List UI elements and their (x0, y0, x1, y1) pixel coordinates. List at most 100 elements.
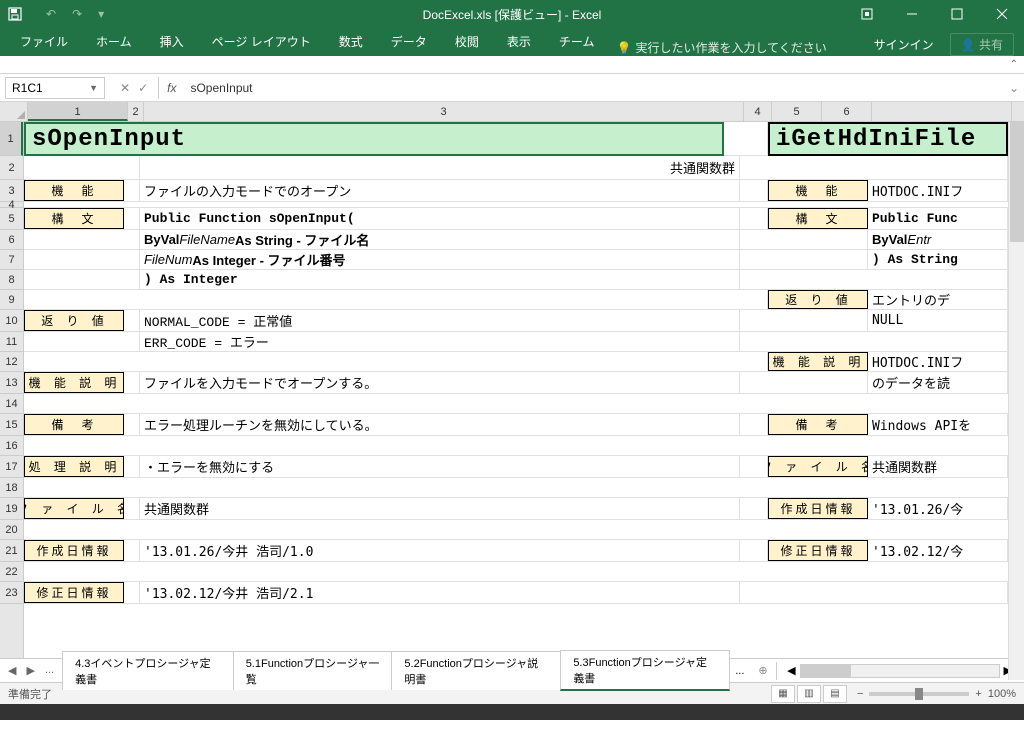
cell-koubun1[interactable]: Public Function sOpenInput( (140, 208, 740, 229)
column-header[interactable]: 5 (772, 102, 822, 121)
signin-link[interactable]: サインイン (874, 36, 934, 53)
cell-kinousetsumei[interactable]: ファイルを入力モードでオープンする。 (140, 372, 740, 393)
cell-koubun2-r[interactable]: ByVal Entr (868, 230, 1008, 249)
field-label[interactable]: 備 考 (768, 414, 868, 435)
cell-koubun4[interactable]: ) As Integer (140, 270, 740, 289)
cell[interactable] (740, 270, 1008, 289)
cell[interactable] (124, 310, 140, 331)
column-header[interactable]: 1 (28, 102, 128, 121)
row-header[interactable]: 10 (0, 310, 23, 332)
maximize-button[interactable] (934, 0, 979, 28)
field-label[interactable]: 構 文 (768, 208, 868, 229)
minimize-button[interactable] (889, 0, 934, 28)
cell[interactable] (124, 180, 140, 201)
cell-kinousetsumei2-r[interactable]: のデータを読 (868, 372, 1008, 393)
field-label[interactable]: フ ァ イ ル 名 (768, 456, 868, 477)
tell-me-box[interactable]: 💡 実行したい作業を入力してください (616, 39, 826, 56)
field-label[interactable]: 機 能 (768, 180, 868, 201)
cell-kaeri1[interactable]: NORMAL_CODE = 正常値 (140, 310, 740, 331)
cell[interactable] (24, 520, 1024, 539)
cell[interactable] (124, 456, 140, 477)
tab-data[interactable]: データ (377, 27, 441, 56)
cell[interactable] (740, 250, 868, 269)
row-header[interactable]: 22 (0, 562, 23, 582)
save-icon[interactable] (0, 6, 30, 22)
cell[interactable] (740, 230, 868, 249)
row-header[interactable]: 5 (0, 208, 23, 230)
field-label[interactable]: 返 り 値 (24, 310, 124, 331)
ribbon-options-icon[interactable] (844, 0, 889, 28)
row-header[interactable]: 20 (0, 520, 23, 540)
cell-kinou[interactable]: ファイルの入力モードでのオープン (140, 180, 740, 201)
cell-bikou-r[interactable]: Windows APIを (868, 414, 1008, 435)
redo-icon[interactable]: ↷ (66, 7, 88, 21)
expand-formula-icon[interactable]: ⌄ (1004, 81, 1024, 95)
cell[interactable] (24, 352, 768, 371)
view-pagelayout-button[interactable]: ▥ (797, 685, 821, 703)
row-header[interactable]: 13 (0, 372, 23, 394)
cell[interactable] (740, 456, 768, 477)
row-header[interactable]: 16 (0, 436, 23, 456)
horizontal-scrollbar[interactable]: ◀ ▶ (783, 664, 1024, 678)
row-header[interactable]: 15 (0, 414, 23, 436)
row-header[interactable]: 17 (0, 456, 23, 478)
field-label[interactable]: 作成日情報 (24, 540, 124, 561)
cell[interactable] (24, 270, 140, 289)
tab-formulas[interactable]: 数式 (325, 27, 377, 56)
undo-icon[interactable]: ↶ (40, 7, 62, 21)
field-label[interactable]: 処 理 説 明 (24, 456, 124, 477)
scroll-left-icon[interactable]: ◀ (783, 664, 799, 678)
cell[interactable] (24, 332, 140, 351)
cell[interactable] (740, 498, 768, 519)
cancel-formula-icon[interactable]: ✕ (120, 81, 130, 95)
zoom-level[interactable]: 100% (988, 688, 1016, 700)
cell-shorisetsumei[interactable]: ・エラーを無効にする (140, 456, 740, 477)
tab-review[interactable]: 校閲 (441, 27, 493, 56)
cell-kaeri1-r[interactable]: エントリのデ (868, 290, 1008, 309)
column-header[interactable] (872, 102, 1012, 121)
cell-shuusei[interactable]: '13.02.12/今井 浩司/2.1 (140, 582, 740, 603)
cell[interactable] (740, 540, 768, 561)
cell[interactable] (124, 414, 140, 435)
cell-kaeri2-r[interactable]: NULL (868, 310, 1008, 331)
cell[interactable] (24, 156, 140, 179)
cell-shuusei-r[interactable]: '13.02.12/今 (868, 540, 1008, 561)
share-button[interactable]: 👤 共有 (950, 33, 1014, 56)
function-title-right[interactable]: iGetHdIniFile (768, 122, 1008, 156)
qat-dropdown-icon[interactable]: ▾ (92, 7, 110, 21)
cell[interactable] (740, 372, 868, 393)
field-label[interactable]: 機 能 (24, 180, 124, 201)
row-header[interactable]: 14 (0, 394, 23, 414)
subtitle-left[interactable]: 共通関数群 (140, 156, 740, 179)
field-label[interactable]: 機 能 説 明 (768, 352, 868, 371)
row-header[interactable]: 7 (0, 250, 23, 270)
cell[interactable] (124, 582, 140, 603)
cell[interactable] (740, 310, 868, 331)
cell[interactable] (740, 208, 768, 229)
zoom-slider[interactable] (869, 692, 969, 696)
field-label[interactable]: 機 能 説 明 (24, 372, 124, 393)
fx-icon[interactable]: fx (159, 81, 184, 95)
cell[interactable] (24, 230, 140, 249)
field-label[interactable]: 備 考 (24, 414, 124, 435)
cell[interactable] (24, 394, 1024, 413)
cell[interactable] (24, 250, 140, 269)
tab-view[interactable]: 表示 (493, 27, 545, 56)
cell[interactable] (724, 122, 768, 155)
row-header[interactable]: 12 (0, 352, 23, 372)
cell-koubun2[interactable]: ByVal FileName As String - ファイル名 (140, 230, 740, 249)
zoom-in-button[interactable]: + (975, 688, 981, 700)
sheet-nav-next-icon[interactable]: ▶ (22, 664, 38, 677)
field-label[interactable]: 構 文 (24, 208, 124, 229)
cell[interactable] (740, 332, 1008, 351)
cell-kaeri2[interactable]: ERR_CODE = エラー (140, 332, 740, 351)
tab-file[interactable]: ファイル (6, 27, 82, 56)
cells-grid[interactable]: sOpenInputiGetHdIniFile共通関数群機 能ファイルの入力モー… (24, 122, 1024, 658)
field-label[interactable]: 返 り 値 (768, 290, 868, 309)
cell-filename[interactable]: 共通関数群 (140, 498, 740, 519)
field-label[interactable]: 修正日情報 (768, 540, 868, 561)
cell[interactable] (124, 372, 140, 393)
cell[interactable] (740, 582, 1008, 603)
row-header[interactable]: 11 (0, 332, 23, 352)
zoom-out-button[interactable]: − (857, 688, 863, 700)
